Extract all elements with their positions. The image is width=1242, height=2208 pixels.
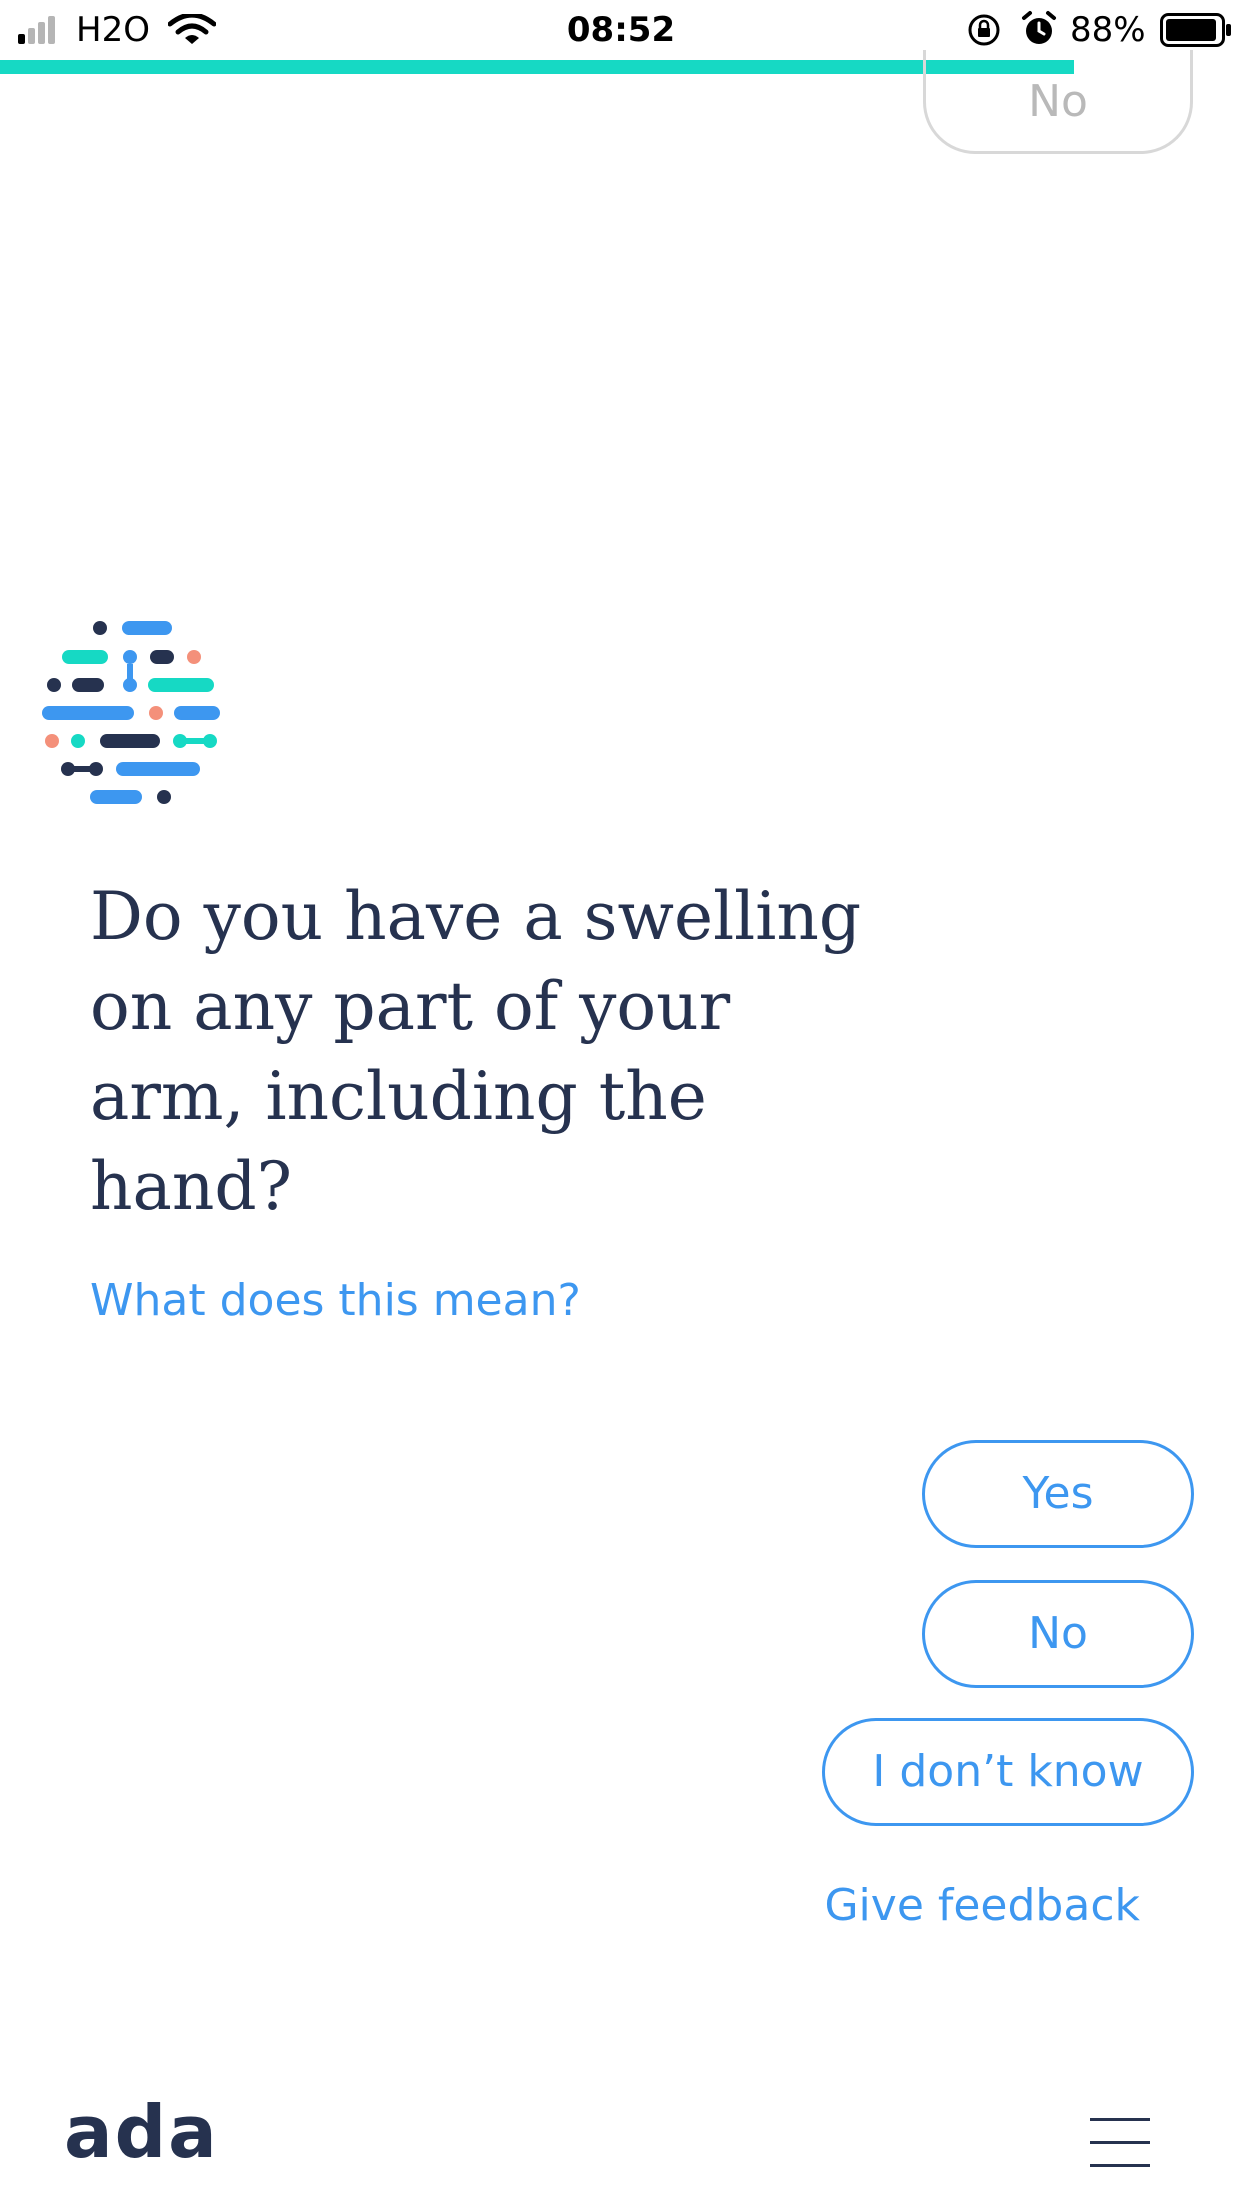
battery-icon [1160,13,1231,47]
ada-logo-icon [42,621,220,804]
ada-brand-logo: ada [64,2090,219,2174]
no-button[interactable]: No [922,1580,1194,1688]
question-text: Do you have a swelling on any part of yo… [90,878,862,1225]
what-does-this-mean-link[interactable]: What does this mean? [90,1275,581,1326]
yes-button[interactable]: Yes [922,1440,1194,1548]
rotation-lock-icon [968,14,1000,46]
alarm-icon [1022,11,1056,44]
previous-answer-bubble: No [923,50,1193,154]
give-feedback-link[interactable]: Give feedback [824,1880,1140,1931]
battery-percent: 88% [1070,10,1146,50]
i-dont-know-button[interactable]: I don’t know [822,1718,1194,1826]
hamburger-menu-icon[interactable] [1090,2118,1150,2167]
progress-bar [0,60,1075,74]
